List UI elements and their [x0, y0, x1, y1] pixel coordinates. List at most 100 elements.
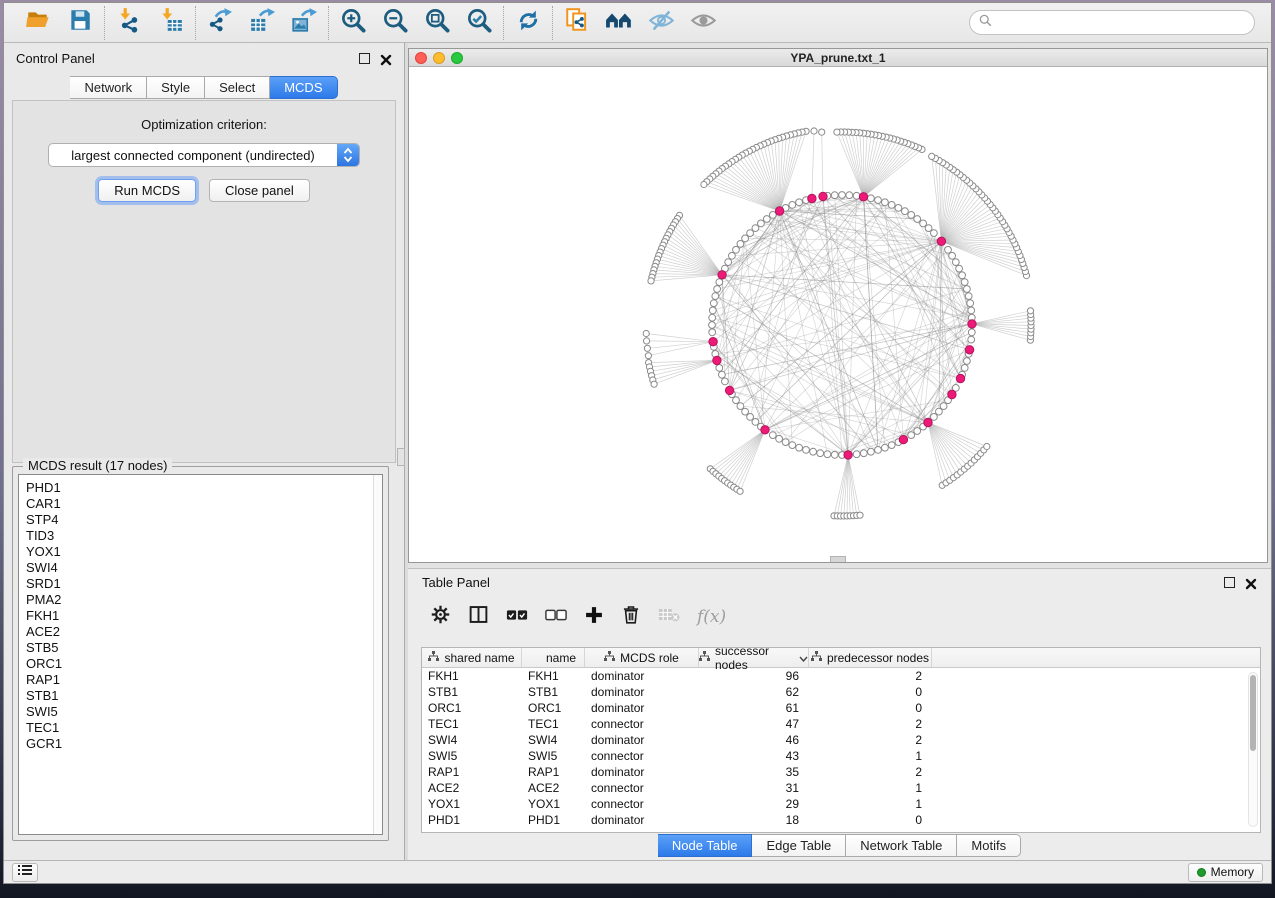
control-panel-tab[interactable]: Select	[205, 76, 270, 99]
run-mcds-button[interactable]: Run MCDS	[98, 179, 196, 202]
network-graph[interactable]	[409, 67, 1267, 561]
mcds-result-item[interactable]: SWI5	[26, 704, 382, 720]
table-panel: Table Panel f(x)	[408, 568, 1271, 860]
mcds-result-item[interactable]: PHD1	[26, 480, 382, 496]
mcds-result-item[interactable]: STB1	[26, 688, 382, 704]
function-builder-button[interactable]: f(x)	[697, 607, 726, 627]
table-row[interactable]: YOX1 YOX1 connector 29 1	[422, 796, 1260, 812]
attribute-icon	[604, 651, 615, 665]
task-history-button[interactable]	[12, 863, 38, 882]
zoom-in-button[interactable]	[339, 9, 367, 37]
mcds-result-item[interactable]: RAP1	[26, 672, 382, 688]
table-row[interactable]: STB1 STB1 dominator 62 0	[422, 684, 1260, 700]
table-tab[interactable]: Node Table	[658, 834, 753, 857]
close-panel-icon[interactable]	[1245, 577, 1257, 589]
mcds-panel: Optimization criterion: largest connecte…	[12, 100, 396, 463]
show-all-button[interactable]	[689, 9, 717, 37]
column-header[interactable]: shared name	[422, 648, 522, 667]
mcds-result-item[interactable]: SRD1	[26, 576, 382, 592]
zoom-out-button[interactable]	[381, 9, 409, 37]
export-image-button[interactable]	[290, 9, 318, 37]
network-canvas[interactable]	[409, 67, 1267, 562]
duplicate-network-button[interactable]	[563, 9, 591, 37]
maximize-window-icon[interactable]	[451, 52, 463, 64]
close-panel-icon[interactable]	[380, 53, 392, 65]
search-box[interactable]	[969, 10, 1255, 35]
table-tab[interactable]: Edge Table	[752, 834, 846, 857]
control-panel-tab[interactable]: Style	[147, 76, 205, 99]
table-row[interactable]: RAP1 RAP1 dominator 35 2	[422, 764, 1260, 780]
search-input[interactable]	[997, 16, 1245, 30]
mcds-result-item[interactable]: PMA2	[26, 592, 382, 608]
export-table-button[interactable]	[248, 9, 276, 37]
table-row[interactable]: SWI5 SWI5 connector 43 1	[422, 748, 1260, 764]
zoom-group	[329, 9, 503, 37]
cell-mcds-role: dominator	[585, 813, 699, 827]
list-scrollbar[interactable]	[373, 475, 382, 834]
column-header[interactable]: MCDS role	[585, 648, 699, 667]
close-panel-button[interactable]: Close panel	[209, 179, 310, 202]
delete-table-button[interactable]	[658, 606, 680, 628]
network-splitter-handle[interactable]	[830, 556, 846, 562]
gear-icon	[430, 604, 451, 630]
table-scrollbar[interactable]	[1248, 672, 1258, 827]
criterion-dropdown[interactable]: largest connected component (undirected)	[48, 143, 360, 167]
export-network-button[interactable]	[206, 9, 234, 37]
mcds-result-item[interactable]: STB5	[26, 640, 382, 656]
table-row[interactable]: TEC1 TEC1 connector 47 2	[422, 716, 1260, 732]
table-tab[interactable]: Motifs	[957, 834, 1021, 857]
table-row[interactable]: SWI4 SWI4 dominator 46 2	[422, 732, 1260, 748]
select-all-columns-button[interactable]	[506, 607, 528, 628]
import-table-button[interactable]	[157, 9, 185, 37]
mcds-result-list[interactable]: PHD1CAR1STP4TID3YOX1SWI4SRD1PMA2FKH1ACE2…	[18, 474, 383, 835]
memory-button[interactable]: Memory	[1188, 863, 1263, 882]
float-panel-icon[interactable]	[1224, 577, 1235, 588]
float-panel-icon[interactable]	[359, 53, 370, 64]
column-header[interactable]: predecessor nodes	[809, 648, 932, 667]
hide-selected-button[interactable]	[647, 9, 675, 37]
mcds-result-item[interactable]: STP4	[26, 512, 382, 528]
table-settings-button[interactable]	[430, 604, 451, 630]
zoom-selected-button[interactable]	[465, 9, 493, 37]
mcds-result-item[interactable]: TID3	[26, 528, 382, 544]
column-header[interactable]: name	[522, 648, 585, 667]
list-icon	[18, 863, 32, 881]
mcds-result-item[interactable]: ORC1	[26, 656, 382, 672]
close-window-icon[interactable]	[415, 52, 427, 64]
table-tab[interactable]: Network Table	[846, 834, 957, 857]
mcds-result-item[interactable]: CAR1	[26, 496, 382, 512]
save-button[interactable]	[66, 9, 94, 37]
splitter-handle[interactable]	[397, 448, 405, 466]
mcds-result-item[interactable]: ACE2	[26, 624, 382, 640]
table-row[interactable]: ACE2 ACE2 connector 31 1	[422, 780, 1260, 796]
table-row[interactable]: FKH1 FKH1 dominator 96 2	[422, 668, 1260, 684]
table-scrollbar-thumb[interactable]	[1250, 675, 1256, 751]
cell-shared-name: ACE2	[422, 781, 522, 795]
delete-column-button[interactable]	[621, 604, 641, 630]
open-button[interactable]	[24, 9, 52, 37]
first-neighbors-button[interactable]	[605, 9, 633, 37]
table-row[interactable]: PHD1 PHD1 dominator 18 0	[422, 812, 1260, 828]
mcds-result-item[interactable]: TEC1	[26, 720, 382, 736]
zoom-fit-button[interactable]	[423, 9, 451, 37]
function-icon: f(x)	[697, 607, 726, 627]
mcds-result-item[interactable]: GCR1	[26, 736, 382, 752]
main-toolbar	[4, 3, 1271, 43]
mcds-result-item[interactable]: YOX1	[26, 544, 382, 560]
create-column-button[interactable]	[584, 605, 604, 630]
refresh-button[interactable]	[514, 9, 542, 37]
zoom-in-icon	[340, 7, 367, 39]
network-titlebar[interactable]: YPA_prune.txt_1	[409, 49, 1267, 67]
mcds-result-item[interactable]: FKH1	[26, 608, 382, 624]
deselect-all-columns-button[interactable]	[545, 607, 567, 628]
control-panel-tab[interactable]: Network	[70, 76, 147, 99]
mcds-result-item[interactable]: SWI4	[26, 560, 382, 576]
control-panel-tab[interactable]: MCDS	[270, 76, 337, 99]
import-network-button[interactable]	[115, 9, 143, 37]
minimize-window-icon[interactable]	[433, 52, 445, 64]
table-row[interactable]: ORC1 ORC1 dominator 61 0	[422, 700, 1260, 716]
show-column-panel-button[interactable]	[468, 604, 489, 630]
open-icon	[25, 7, 51, 38]
cell-mcds-role: dominator	[585, 669, 699, 683]
column-header[interactable]: successor nodes	[699, 648, 809, 667]
